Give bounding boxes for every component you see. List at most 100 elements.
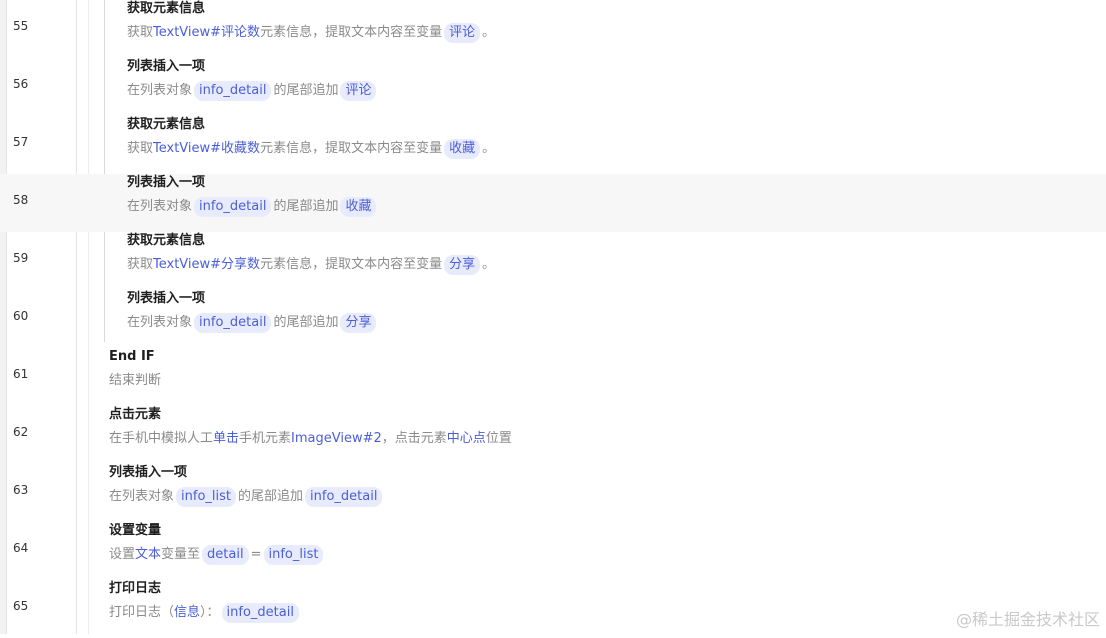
step-block: 打印日志 打印日志（信息）： info_detail	[109, 580, 301, 624]
variable-chip[interactable]: info_list	[263, 545, 324, 565]
desc-text: 在列表对象	[127, 199, 193, 214]
step-description: 在列表对象 info_detail 的尾部追加 分享	[127, 312, 378, 334]
desc-text: 手机元素	[239, 431, 292, 446]
desc-text: 位置	[485, 431, 512, 446]
variable-chip[interactable]: info_detail	[194, 313, 272, 333]
step-block: 列表插入一项 在列表对象 info_detail 的尾部追加 分享	[127, 290, 378, 334]
step-row-hovered[interactable]: 58 列表插入一项 在列表对象 info_detail 的尾部追加 收藏	[0, 174, 1106, 232]
variable-chip[interactable]: 分享	[340, 313, 377, 333]
step-row[interactable]: 65 打印日志 打印日志（信息）： info_detail	[0, 580, 1106, 638]
desc-text: 变量至	[161, 547, 201, 562]
log-level-link[interactable]: 信息	[174, 605, 200, 620]
step-title: 列表插入一项	[109, 465, 188, 480]
desc-text: 元素信息，提取文本内容至变量	[260, 257, 443, 272]
desc-text: 获取	[127, 141, 154, 156]
click-type-link[interactable]: 单击	[213, 431, 239, 446]
line-number: 64	[13, 541, 29, 555]
desc-text: 打印日志（	[109, 605, 175, 620]
step-title: 列表插入一项	[127, 175, 206, 190]
desc-text: 获取	[127, 257, 154, 272]
step-title: 列表插入一项	[127, 291, 206, 306]
step-title: 获取元素信息	[127, 233, 206, 248]
desc-text: 元素信息，提取文本内容至变量	[260, 25, 443, 40]
element-link[interactable]: TextView#评论数	[153, 25, 260, 40]
element-link[interactable]: TextView#收藏数	[153, 141, 260, 156]
desc-text: 获取	[127, 25, 154, 40]
desc-text: 。	[482, 25, 496, 40]
variable-chip[interactable]: 评论	[340, 81, 377, 101]
line-number: 63	[13, 483, 29, 497]
element-link[interactable]: ImageView#2	[291, 431, 382, 446]
line-number: 59	[13, 251, 29, 265]
line-number: 57	[13, 135, 29, 149]
desc-text: ，点击元素	[381, 431, 447, 446]
variable-type-link[interactable]: 文本	[135, 547, 161, 562]
desc-text: 设置	[109, 547, 136, 562]
step-row[interactable]: 61 End IF 结束判断	[0, 348, 1106, 406]
variable-chip[interactable]: info_detail	[194, 81, 272, 101]
step-block: End IF 结束判断	[109, 348, 161, 392]
step-description: 获取TextView#评论数元素信息，提取文本内容至变量 评论。	[127, 22, 495, 44]
variable-chip[interactable]: 收藏	[444, 139, 481, 159]
step-title: End IF	[109, 349, 155, 364]
desc-text: 的尾部追加	[273, 199, 339, 214]
step-block: 获取元素信息 获取TextView#评论数元素信息，提取文本内容至变量 评论。	[127, 0, 495, 44]
variable-chip[interactable]: info_detail	[221, 603, 299, 623]
step-row[interactable]: 60 列表插入一项 在列表对象 info_detail 的尾部追加 分享	[0, 290, 1106, 348]
variable-chip[interactable]: 评论	[444, 23, 481, 43]
step-block: 列表插入一项 在列表对象 info_detail 的尾部追加 收藏	[127, 174, 378, 218]
line-number: 61	[13, 367, 29, 381]
step-block: 点击元素 在手机中模拟人工单击手机元素ImageView#2，点击元素中心点位置	[109, 406, 512, 450]
variable-chip[interactable]: info_detail	[194, 197, 272, 217]
desc-text: 的尾部追加	[238, 489, 304, 504]
flow-editor: 55 获取元素信息 获取TextView#评论数元素信息，提取文本内容至变量 评论…	[0, 0, 1106, 634]
desc-text: 。	[482, 257, 496, 272]
line-number: 58	[13, 193, 29, 207]
step-block: 获取元素信息 获取TextView#收藏数元素信息，提取文本内容至变量 收藏。	[127, 116, 495, 160]
step-description: 在手机中模拟人工单击手机元素ImageView#2，点击元素中心点位置	[109, 428, 512, 450]
step-title: 设置变量	[109, 523, 162, 538]
variable-chip[interactable]: info_list	[176, 487, 236, 507]
step-row[interactable]: 64 设置变量 设置文本变量至 detail = info_list	[0, 522, 1106, 580]
line-number: 62	[13, 425, 29, 439]
line-number: 60	[13, 309, 29, 323]
step-title: 获取元素信息	[127, 117, 206, 132]
desc-text: 在列表对象	[127, 315, 193, 330]
step-description: 打印日志（信息）： info_detail	[109, 602, 301, 624]
step-block: 列表插入一项 在列表对象 info_detail 的尾部追加 评论	[127, 58, 378, 102]
desc-text: 。	[482, 141, 496, 156]
variable-chip[interactable]: info_detail	[305, 487, 383, 507]
step-description: 在列表对象 info_detail 的尾部追加 评论	[127, 80, 378, 102]
step-row[interactable]: 57 获取元素信息 获取TextView#收藏数元素信息，提取文本内容至变量 收藏…	[0, 116, 1106, 174]
step-block: 设置变量 设置文本变量至 detail = info_list	[109, 522, 325, 566]
click-position-link[interactable]: 中心点	[447, 431, 486, 446]
step-description: 获取TextView#分享数元素信息，提取文本内容至变量 分享。	[127, 254, 495, 276]
step-block: 获取元素信息 获取TextView#分享数元素信息，提取文本内容至变量 分享。	[127, 232, 495, 276]
variable-chip[interactable]: 收藏	[340, 197, 377, 217]
step-title: 打印日志	[109, 581, 162, 596]
equals-sign: =	[250, 547, 262, 562]
desc-text: 的尾部追加	[273, 315, 339, 330]
step-title: 点击元素	[109, 407, 162, 422]
step-row[interactable]: 56 列表插入一项 在列表对象 info_detail 的尾部追加 评论	[0, 58, 1106, 116]
step-description: 设置文本变量至 detail = info_list	[109, 544, 325, 566]
step-description: 在列表对象 info_detail 的尾部追加 收藏	[127, 196, 378, 218]
variable-chip[interactable]: detail	[202, 545, 249, 565]
step-row[interactable]: 63 列表插入一项 在列表对象 info_list 的尾部追加 info_detail	[0, 464, 1106, 522]
step-title: 获取元素信息	[127, 1, 206, 16]
step-row[interactable]: 59 获取元素信息 获取TextView#分享数元素信息，提取文本内容至变量 分享…	[0, 232, 1106, 290]
element-link[interactable]: TextView#分享数	[153, 257, 260, 272]
line-number: 56	[13, 77, 29, 91]
step-block: 列表插入一项 在列表对象 info_list 的尾部追加 info_detail	[109, 464, 384, 508]
desc-text: 在列表对象	[109, 489, 175, 504]
step-row[interactable]: 55 获取元素信息 获取TextView#评论数元素信息，提取文本内容至变量 评论…	[0, 0, 1106, 58]
line-number: 55	[13, 19, 29, 33]
variable-chip[interactable]: 分享	[444, 255, 481, 275]
desc-text: 在列表对象	[127, 83, 193, 98]
desc-text: ）：	[200, 605, 220, 620]
step-row[interactable]: 62 点击元素 在手机中模拟人工单击手机元素ImageView#2，点击元素中心…	[0, 406, 1106, 464]
step-description: 在列表对象 info_list 的尾部追加 info_detail	[109, 486, 384, 508]
desc-text: 在手机中模拟人工	[109, 431, 214, 446]
step-description: 获取TextView#收藏数元素信息，提取文本内容至变量 收藏。	[127, 138, 495, 160]
step-description: 结束判断	[109, 373, 162, 388]
